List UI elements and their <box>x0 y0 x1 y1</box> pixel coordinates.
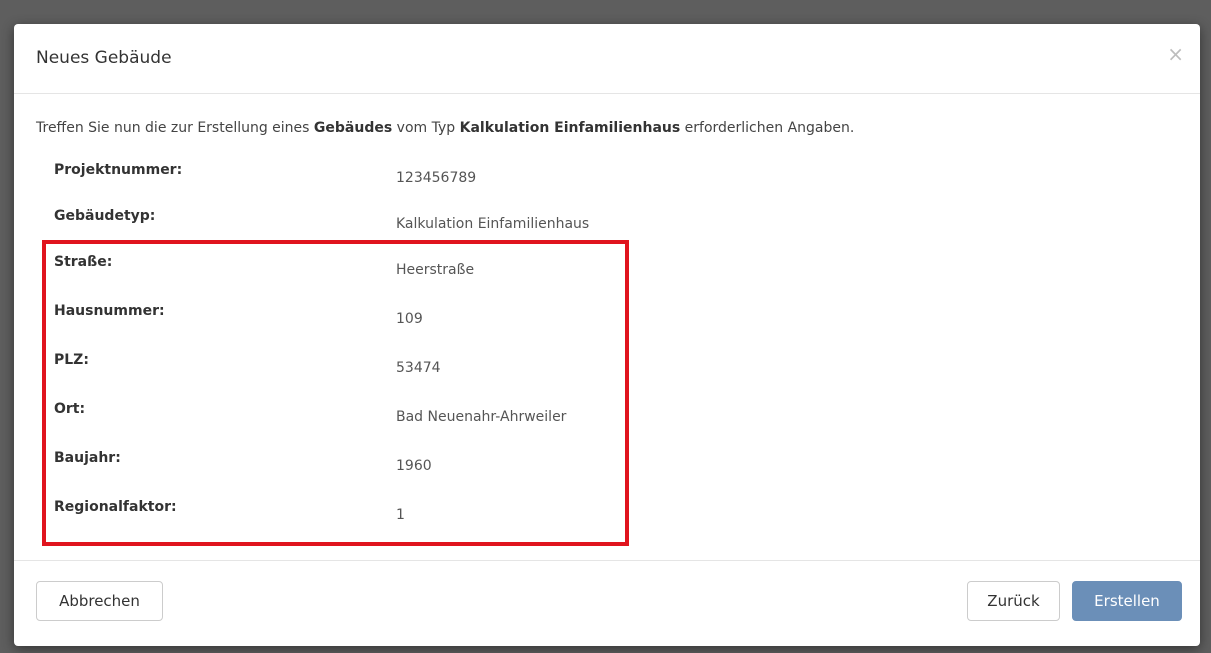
dialog-footer: Abbrechen Zurück Erstellen <box>14 561 1200 646</box>
new-building-dialog: Neues Gebäude × Treffen Sie nun die zur … <box>14 24 1200 646</box>
intro-building-type: Kalkulation Einfamilienhaus <box>459 120 681 136</box>
field-row-project-number: Projektnummer: 123456789 <box>14 162 714 210</box>
dialog-body: Treffen Sie nun die zur Erstellung eines… <box>14 94 1200 561</box>
create-button[interactable]: Erstellen <box>1072 581 1182 621</box>
field-label: Gebäudetyp: <box>54 208 156 224</box>
dialog-header: Neues Gebäude × <box>14 24 1200 94</box>
intro-building-word: Gebäudes <box>313 120 393 136</box>
back-button[interactable]: Zurück <box>967 581 1060 621</box>
field-value: Kalkulation Einfamilienhaus <box>396 216 590 232</box>
highlight-annotation <box>42 240 629 546</box>
close-icon[interactable]: × <box>1167 44 1184 64</box>
field-label: Projektnummer: <box>54 162 183 178</box>
intro-text-part: Treffen Sie nun die zur Erstellung eines <box>36 120 314 136</box>
field-value: 123456789 <box>396 170 477 186</box>
cancel-button[interactable]: Abbrechen <box>36 581 163 621</box>
intro-text: Treffen Sie nun die zur Erstellung eines… <box>36 120 854 136</box>
intro-text-part: vom Typ <box>392 120 460 136</box>
intro-text-part: erforderlichen Angaben. <box>680 120 855 136</box>
dialog-title: Neues Gebäude <box>36 48 172 68</box>
